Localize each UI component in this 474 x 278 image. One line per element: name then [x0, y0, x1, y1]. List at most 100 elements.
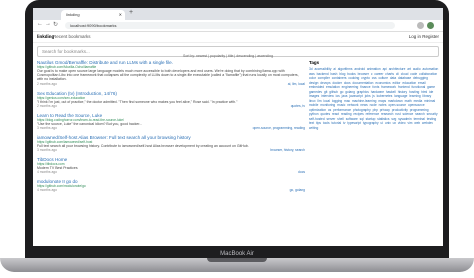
- tag-link[interactable]: learning: [409, 94, 422, 98]
- url-field[interactable]: localhost:9090/bookmarks: [65, 22, 395, 29]
- tag-link[interactable]: testing: [427, 117, 436, 121]
- tag-link[interactable]: server: [326, 117, 337, 121]
- tag-link[interactable]: docs: [344, 81, 353, 85]
- tag-link[interactable]: algorithms: [338, 67, 355, 71]
- tag-link[interactable]: node: [370, 103, 379, 107]
- tag-link[interactable]: email: [418, 81, 426, 85]
- tag-link[interactable]: reading: [341, 112, 354, 116]
- tag-link[interactable]: automation: [423, 67, 439, 71]
- tag-link[interactable]: aws: [309, 72, 317, 76]
- tag-link[interactable]: sysadmin: [398, 117, 413, 121]
- tag-link[interactable]: programming: [410, 108, 429, 112]
- tag-link[interactable]: crypto: [361, 76, 372, 80]
- tag-link[interactable]: logging: [332, 99, 344, 103]
- tag-link[interactable]: docker: [332, 81, 343, 85]
- tag-link[interactable]: emulation: [326, 85, 342, 89]
- browser-tab[interactable]: linkding ✕: [61, 10, 125, 20]
- tag-link[interactable]: minimal: [424, 99, 435, 103]
- tag-link[interactable]: ide: [429, 90, 433, 94]
- tag-link[interactable]: functional: [412, 85, 428, 89]
- tag-link[interactable]: mobile: [309, 103, 320, 107]
- bookmark-tags[interactable]: go, golang: [290, 188, 305, 192]
- tag-link[interactable]: architecture: [389, 67, 408, 71]
- tag-link[interactable]: optimization: [309, 108, 328, 112]
- bookmark-tags[interactable]: ai, llm, local: [288, 82, 305, 86]
- tag-link[interactable]: self-hosted: [309, 117, 326, 121]
- tag-link[interactable]: maps: [378, 99, 388, 103]
- register-link[interactable]: Register: [422, 32, 439, 42]
- tag-link[interactable]: opensource: [408, 103, 425, 107]
- extension-icon[interactable]: [417, 22, 424, 29]
- tag-link[interactable]: performance: [333, 108, 353, 112]
- tag-link[interactable]: interview: [321, 94, 335, 98]
- tag-link[interactable]: cooking: [348, 76, 361, 80]
- back-icon[interactable]: ←: [37, 21, 43, 27]
- tag-link[interactable]: hardware: [371, 90, 386, 94]
- tag-link[interactable]: machine-learning: [352, 99, 378, 103]
- tag-link[interactable]: markdown: [388, 99, 405, 103]
- tag-link[interactable]: privacy: [380, 108, 392, 112]
- tag-link[interactable]: gamedev: [309, 90, 324, 94]
- tag-link[interactable]: unix: [385, 121, 393, 125]
- tag-link[interactable]: writing: [309, 126, 318, 130]
- tag-link[interactable]: language: [394, 94, 409, 98]
- tag-link[interactable]: monitoring: [320, 103, 337, 107]
- tag-link[interactable]: golang: [345, 90, 356, 94]
- tag-link[interactable]: compiler: [318, 76, 332, 80]
- tag-link[interactable]: python: [309, 112, 320, 116]
- tag-link[interactable]: frontend: [398, 85, 412, 89]
- tag-link[interactable]: tips: [316, 121, 323, 125]
- sort-options[interactable]: Sort by: newest | popularity | title | d…: [183, 54, 273, 58]
- tag-link[interactable]: devops: [320, 81, 332, 85]
- tag-link[interactable]: education: [402, 81, 418, 85]
- tag-link[interactable]: text: [309, 121, 316, 125]
- tag-link[interactable]: video: [398, 121, 408, 125]
- tag-link[interactable]: open-source: [388, 103, 408, 107]
- tag-link[interactable]: photography: [353, 108, 373, 112]
- tag-link[interactable]: browser: [358, 72, 371, 76]
- login-link[interactable]: Log in: [409, 32, 421, 42]
- tag-link[interactable]: career: [374, 72, 385, 76]
- tag-link[interactable]: statistics: [377, 117, 391, 121]
- tag-link[interactable]: audio: [413, 67, 423, 71]
- tag-link[interactable]: design: [309, 81, 320, 85]
- tag-link[interactable]: charts: [385, 72, 396, 76]
- tag-link[interactable]: backend: [317, 72, 331, 76]
- tag-link[interactable]: economics: [375, 81, 392, 85]
- tag-link[interactable]: game: [427, 85, 435, 89]
- tag-link[interactable]: code: [410, 72, 419, 76]
- tag-link[interactable]: software: [346, 117, 360, 121]
- tag-link[interactable]: fonts: [372, 85, 381, 89]
- tag-link[interactable]: graphics: [357, 90, 371, 94]
- tag-link[interactable]: debugging: [413, 76, 428, 80]
- tag-link[interactable]: containers: [332, 76, 349, 80]
- tag-link[interactable]: editor: [392, 81, 402, 85]
- tag-link[interactable]: github: [329, 90, 340, 94]
- tag-link[interactable]: mac: [344, 99, 352, 103]
- tag-link[interactable]: data: [390, 76, 398, 80]
- tag-link[interactable]: science: [402, 112, 415, 116]
- bookmark-tags[interactable]: open-source, programming, reading: [253, 126, 305, 130]
- tag-link[interactable]: security: [427, 112, 438, 116]
- tag-link[interactable]: javascript: [349, 94, 364, 98]
- tag-link[interactable]: local: [323, 99, 331, 103]
- close-tab-icon[interactable]: ✕: [119, 10, 122, 20]
- tag-link[interactable]: kubernetes: [377, 94, 395, 98]
- tag-link[interactable]: tutorial: [332, 121, 343, 125]
- tag-link[interactable]: search: [415, 112, 426, 116]
- tag-link[interactable]: hosting: [409, 90, 421, 94]
- tag-link[interactable]: quotes: [320, 112, 331, 116]
- tag-link[interactable]: android: [354, 67, 367, 71]
- tag-link[interactable]: music: [337, 103, 347, 107]
- tag-link[interactable]: web: [414, 121, 422, 125]
- new-tab-icon[interactable]: +: [129, 9, 133, 16]
- tag-link[interactable]: database: [398, 76, 413, 80]
- tag-link[interactable]: typography: [363, 121, 381, 125]
- bookmark-tags[interactable]: browser, history, search: [270, 148, 305, 152]
- tag-link[interactable]: math: [405, 99, 414, 103]
- tag-link[interactable]: haskell: [386, 90, 398, 94]
- tag-link[interactable]: productivity: [392, 108, 410, 112]
- tag-link[interactable]: recipes: [353, 112, 365, 116]
- tag-link[interactable]: images: [309, 94, 321, 98]
- tag-link[interactable]: library: [423, 94, 432, 98]
